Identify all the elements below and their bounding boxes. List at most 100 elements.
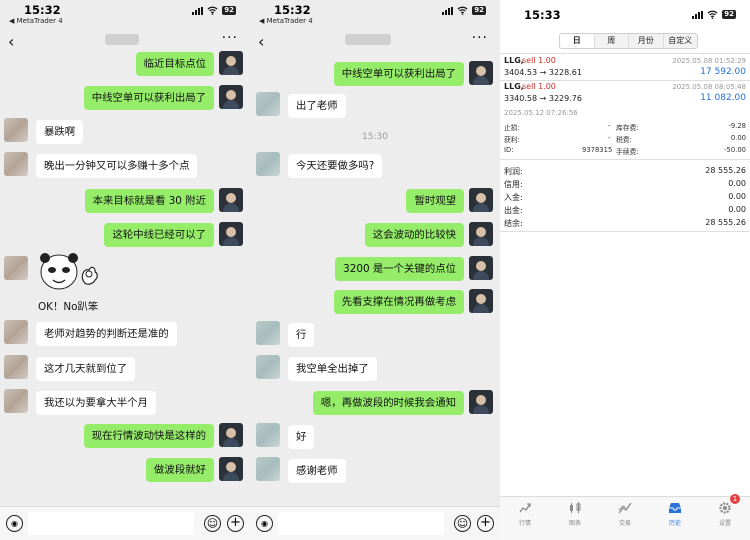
segment-month[interactable]: 月份 xyxy=(629,34,664,48)
chat-panel-left: 15:32 ◀ MetaTrader 4 92 ‹ ··· 临近目标点位 中线空… xyxy=(0,0,250,540)
message-bubble-in: 这才几天就到位了 xyxy=(36,357,136,381)
trade-prices: 3340.58 → 3229.76 xyxy=(504,94,582,103)
avatar-contact[interactable] xyxy=(4,118,28,142)
message-bubble-out: 临近目标点位 xyxy=(135,52,214,76)
avatar-self[interactable] xyxy=(469,61,493,85)
summary-deposit-label: 入金: xyxy=(504,193,523,202)
back-chevron-icon[interactable]: ‹ xyxy=(8,32,14,51)
segment-day[interactable]: 日 xyxy=(560,34,595,48)
sticker-caption: OK！No趴笨 xyxy=(38,301,99,313)
trade-prices: 3404.53 → 3228.61 xyxy=(504,68,582,77)
tab-chart[interactable]: 图表 xyxy=(550,501,600,527)
message-bubble-out: 现在行情波动快是这样的 xyxy=(83,424,214,448)
message-bubble-in: 我还以为要拿大半个月 xyxy=(36,391,156,415)
trade-profit: 17 592.00 xyxy=(700,67,746,77)
detail-tax-label: 税费: xyxy=(616,136,632,144)
avatar-contact[interactable] xyxy=(4,389,28,413)
avatar-self[interactable] xyxy=(219,457,243,481)
avatar-self[interactable] xyxy=(219,222,243,246)
message-bubble-out: 3200 是一个关键的点位 xyxy=(335,257,464,281)
message-bubble-out: 先看支撑在情况再做考虑 xyxy=(333,290,464,314)
segment-custom[interactable]: 自定义 xyxy=(664,34,698,48)
status-bar: 15:32 ◀ MetaTrader 4 92 xyxy=(250,0,500,28)
chat-panel-middle: 15:32 ◀ MetaTrader 4 92 ‹ ··· 中线空单可以获利出局… xyxy=(250,0,500,540)
voice-icon[interactable]: ◉ xyxy=(256,515,273,532)
settings-badge: 1 xyxy=(730,494,740,504)
message-bubble-out: 做波段就好 xyxy=(146,458,214,482)
message-input[interactable] xyxy=(278,512,444,535)
history-inbox-icon xyxy=(669,503,681,513)
avatar-contact[interactable] xyxy=(256,423,280,447)
avatar-self[interactable] xyxy=(469,222,493,246)
plus-icon[interactable]: + xyxy=(227,515,244,532)
detail-tax-value: 0.00 xyxy=(730,134,746,142)
trade-date: 2025.05.08 01:52:29 xyxy=(672,57,746,65)
message-bubble-in: 好 xyxy=(288,425,315,449)
tab-trade[interactable]: 交易 xyxy=(600,501,650,527)
summary-profit-value: 28 555.26 xyxy=(705,166,746,175)
time-separator: 15:30 xyxy=(362,132,388,142)
avatar-self[interactable] xyxy=(469,188,493,212)
avatar-contact[interactable] xyxy=(256,355,280,379)
message-bubble-out: 这会波动的比较快 xyxy=(364,223,464,247)
message-bubble-in: 暴跌啊 xyxy=(36,120,84,144)
tab-trade-label: 交易 xyxy=(618,520,631,527)
back-to-app-label[interactable]: ◀ MetaTrader 4 xyxy=(9,17,63,25)
message-bubble-out: 暂时观望 xyxy=(406,189,464,213)
battery-icon: 92 xyxy=(222,6,236,15)
avatar-contact[interactable] xyxy=(256,321,280,345)
avatar-contact[interactable] xyxy=(256,92,280,116)
avatar-self[interactable] xyxy=(219,188,243,212)
more-icon[interactable]: ··· xyxy=(472,30,488,46)
emoji-icon[interactable]: ☺ xyxy=(454,515,471,532)
more-icon[interactable]: ··· xyxy=(222,30,238,46)
detail-sl-label: 止损: xyxy=(504,124,520,132)
summary-withdrawal-label: 出金: xyxy=(504,206,523,215)
tab-history[interactable]: 历史 xyxy=(650,501,700,527)
detail-fee-label: 手续费: xyxy=(616,148,639,156)
avatar-contact[interactable] xyxy=(256,152,280,176)
cellular-signal-icon xyxy=(192,6,204,15)
message-bubble-in: 感谢老师 xyxy=(288,459,346,483)
avatar-self[interactable] xyxy=(469,390,493,414)
tab-settings[interactable]: 设置 xyxy=(700,501,750,527)
avatar-self[interactable] xyxy=(219,85,243,109)
avatar-contact[interactable] xyxy=(4,355,28,379)
cellular-signal-icon xyxy=(442,6,454,15)
status-time: 15:32 xyxy=(274,3,311,17)
tab-history-label: 历史 xyxy=(668,520,681,527)
avatar-contact[interactable] xyxy=(4,320,28,344)
message-bubble-out: 本来目标就是看 30 附近 xyxy=(84,189,214,213)
avatar-self[interactable] xyxy=(219,51,243,75)
summary-deposit-value: 0.00 xyxy=(728,192,746,201)
status-time: 15:32 xyxy=(24,3,61,17)
avatar-contact[interactable] xyxy=(4,152,28,176)
period-selector: 日 周 月份 自定义 xyxy=(559,33,698,49)
detail-id-value: 9378315 xyxy=(582,146,613,154)
plus-icon[interactable]: + xyxy=(477,515,494,532)
avatar-contact[interactable] xyxy=(4,256,28,280)
message-bubble-out: 嗯，再做波段的时候我会通知 xyxy=(312,391,464,415)
avatar-self[interactable] xyxy=(219,423,243,447)
avatar-self[interactable] xyxy=(469,256,493,280)
back-chevron-icon[interactable]: ‹ xyxy=(258,32,264,51)
chat-input-bar: ◉ ☺ + xyxy=(250,506,500,540)
summary-balance-value: 28 555.26 xyxy=(705,218,746,227)
message-bubble-out: 这轮中线已经可以了 xyxy=(104,223,214,247)
status-time: 15:33 xyxy=(524,8,561,22)
detail-swap-label: 库存费: xyxy=(616,124,639,132)
voice-icon[interactable]: ◉ xyxy=(6,515,23,532)
tab-quotes[interactable]: 行情 xyxy=(500,501,550,527)
chat-input-bar: ◉ ☺ + xyxy=(0,506,250,540)
emoji-icon[interactable]: ☺ xyxy=(204,515,221,532)
message-bubble-in: 我空单全出掉了 xyxy=(288,357,377,381)
detail-date: 2025.05.12 07:26:56 xyxy=(504,109,578,117)
trade-symbol: LLG, xyxy=(504,56,524,65)
avatar-contact[interactable] xyxy=(256,457,280,481)
avatar-self[interactable] xyxy=(469,289,493,313)
battery-icon: 92 xyxy=(472,6,486,15)
message-input[interactable] xyxy=(28,512,194,535)
segment-week[interactable]: 周 xyxy=(595,34,629,48)
back-to-app-label[interactable]: ◀ MetaTrader 4 xyxy=(259,17,313,25)
wifi-icon xyxy=(707,10,718,19)
